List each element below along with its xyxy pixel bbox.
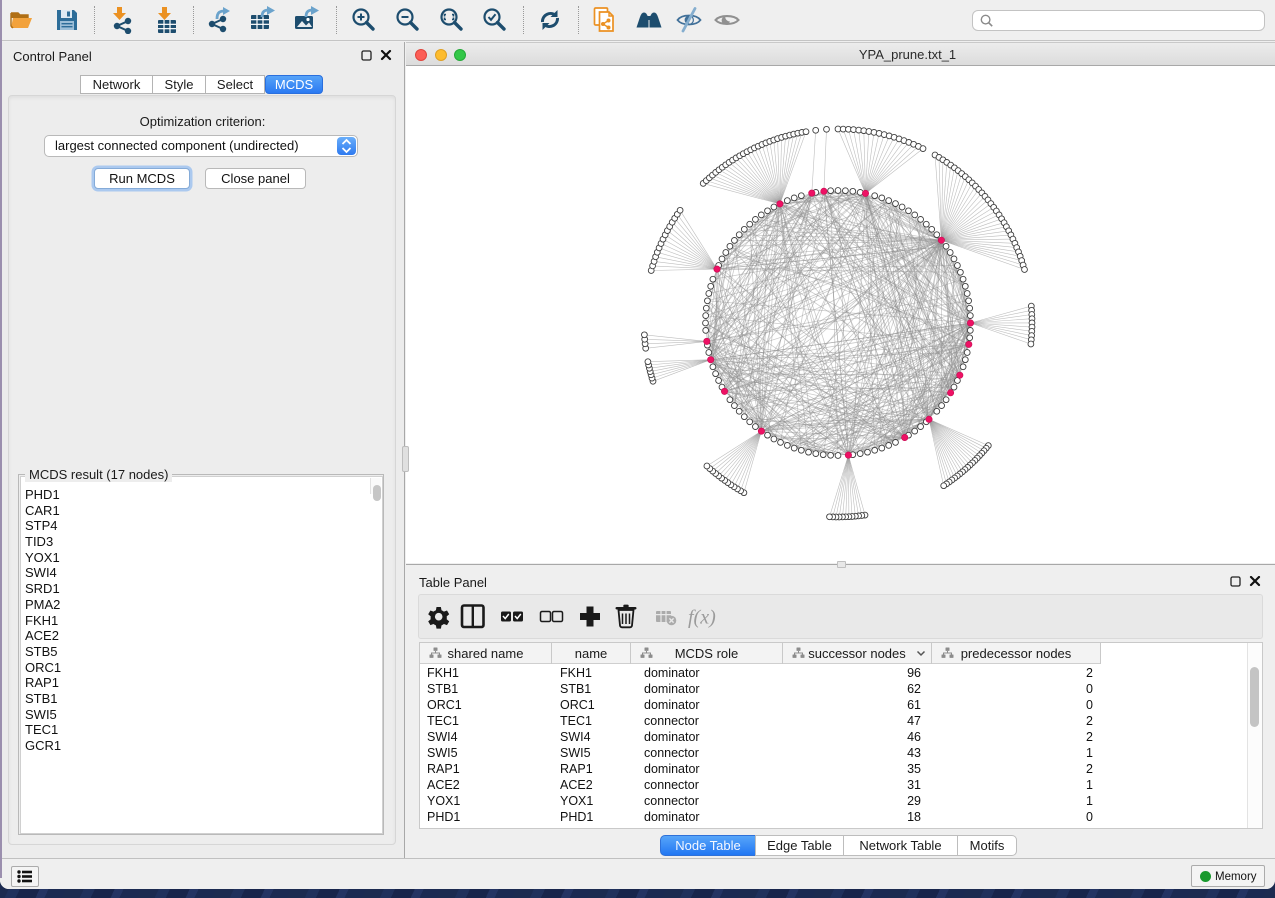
svg-text:f(x): f(x): [688, 607, 716, 629]
